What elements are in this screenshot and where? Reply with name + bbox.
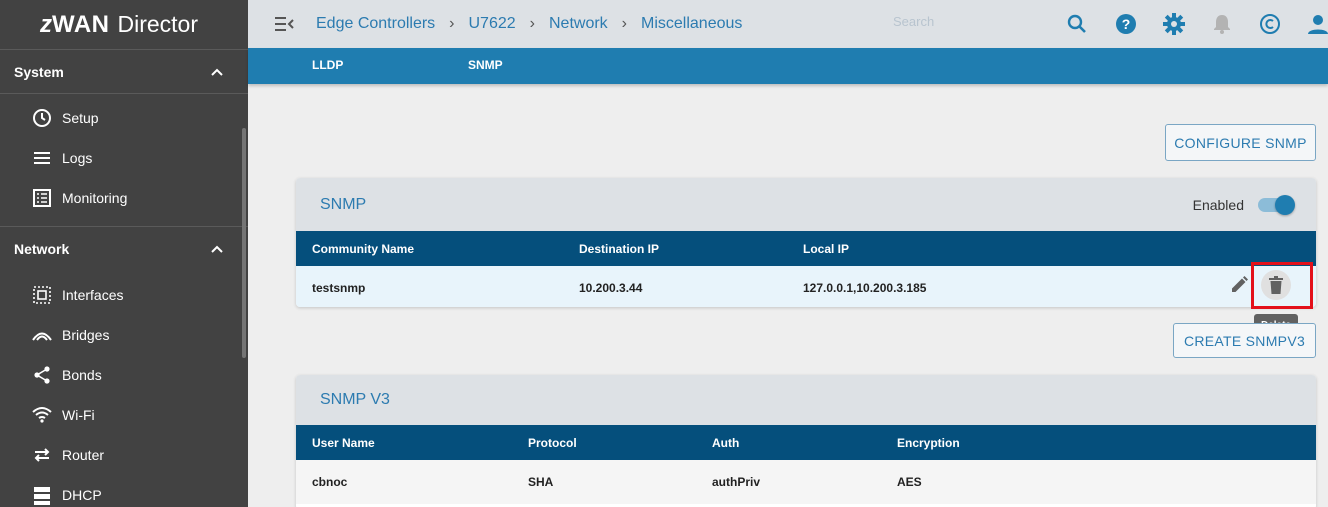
sidebar-item-label: Monitoring	[62, 190, 128, 206]
cell-local-ip: 127.0.0.1,10.200.3.185	[803, 281, 927, 295]
sidebar-section-network[interactable]: Network	[0, 227, 248, 271]
sidebar-item-bonds[interactable]: Bonds	[0, 355, 248, 395]
sidebar-section-title: System	[14, 63, 64, 80]
table-row[interactable]: testsnmp 10.200.3.44 127.0.0.1,10.200.3.…	[296, 266, 1316, 307]
column-header-encryption[interactable]: Encryption	[897, 436, 960, 450]
chevron-up-icon	[210, 242, 224, 256]
toggle-track[interactable]	[1258, 194, 1295, 215]
sidebar-item-router[interactable]: Router	[0, 435, 248, 475]
breadcrumb-miscellaneous: Miscellaneous	[641, 15, 743, 32]
sidebar-item-interfaces[interactable]: Interfaces	[0, 275, 248, 315]
help-icon[interactable]: ?	[1114, 12, 1138, 36]
configure-snmp-button[interactable]: CONFIGURE SNMP	[1165, 124, 1316, 161]
logo-director: Director	[117, 11, 199, 37]
notification-bell-icon[interactable]	[1210, 12, 1234, 36]
sidebar-item-logs[interactable]: Logs	[0, 138, 248, 178]
edit-icon[interactable]	[1228, 274, 1250, 296]
sidebar-item-dhcp[interactable]: DHCP	[0, 475, 248, 507]
account-icon[interactable]	[1306, 12, 1328, 36]
wifi-icon	[32, 405, 52, 425]
tab-snmp[interactable]: SNMP	[468, 58, 503, 72]
sidebar-item-label: Setup	[62, 110, 99, 126]
sidebar-item-label: Bridges	[62, 327, 110, 343]
chevron-up-icon	[210, 65, 224, 79]
snmp-card: SNMP Enabled Community Name Destination …	[296, 178, 1316, 307]
sidebar-item-label: Logs	[62, 150, 93, 166]
column-header-user-name[interactable]: User Name	[312, 436, 375, 450]
sidebar-item-setup[interactable]: Setup	[0, 98, 248, 138]
cell-user-name: cbnoc	[312, 475, 348, 489]
sidebar-item-label: Bonds	[62, 367, 102, 383]
sidebar-section-system[interactable]: System	[0, 50, 248, 94]
table-row[interactable]: cbnoc SHA authPriv AES	[296, 460, 1316, 504]
delete-highlight-box	[1251, 262, 1313, 309]
settings-icon[interactable]	[1162, 12, 1186, 36]
snmpv3-table-header: User Name Protocol Auth Encryption	[296, 425, 1316, 460]
top-bar: Edge Controllers › U7622 › Network › Mis…	[248, 0, 1328, 48]
search-icon[interactable]	[1065, 12, 1089, 36]
logo-wan: WAN	[52, 10, 110, 38]
svg-text:?: ?	[1122, 16, 1131, 32]
breadcrumb: Edge Controllers › U7622 › Network › Mis…	[316, 15, 742, 33]
menu-collapse-icon[interactable]	[274, 14, 294, 34]
monitoring-icon	[32, 188, 52, 208]
snmpv3-card-header: SNMP V3	[296, 375, 1316, 425]
chevron-right-icon: ›	[621, 15, 627, 32]
column-header-auth[interactable]: Auth	[712, 436, 739, 450]
sidebar: z WAN Director System Setup Logs Monitorin…	[0, 0, 248, 507]
column-header-community-name[interactable]: Community Name	[312, 242, 414, 256]
chevron-right-icon: ›	[449, 15, 455, 32]
share-icon	[32, 365, 52, 385]
snmp-card-title: SNMP	[320, 195, 367, 213]
snmpv3-card: SNMP V3 User Name Protocol Auth Encrypti…	[296, 375, 1316, 507]
sidebar-item-monitoring[interactable]: Monitoring	[0, 178, 248, 218]
sidebar-scrollbar[interactable]	[242, 128, 246, 358]
app-logo[interactable]: z WAN Director	[0, 0, 248, 50]
cell-encryption: AES	[897, 475, 922, 489]
column-header-protocol[interactable]: Protocol	[528, 436, 577, 450]
column-header-local-ip[interactable]: Local IP	[803, 242, 849, 256]
breadcrumb-network[interactable]: Network	[549, 15, 608, 33]
sidebar-item-wifi[interactable]: Wi-Fi	[0, 395, 248, 435]
snmpv3-card-title: SNMP V3	[320, 391, 390, 408]
snmp-enabled-toggle[interactable]: Enabled	[1192, 194, 1295, 215]
bridge-icon	[32, 325, 52, 345]
swap-icon	[32, 445, 52, 465]
column-header-destination-ip[interactable]: Destination IP	[579, 242, 659, 256]
sidebar-item-label: DHCP	[62, 487, 102, 503]
interfaces-icon	[32, 285, 52, 305]
snmp-card-header: SNMP Enabled	[296, 178, 1316, 231]
chevron-right-icon: ›	[529, 15, 535, 32]
sidebar-item-label: Router	[62, 447, 105, 463]
breadcrumb-device[interactable]: U7622	[469, 15, 516, 33]
copyright-icon[interactable]	[1258, 12, 1282, 36]
cell-destination-ip: 10.200.3.44	[579, 281, 643, 295]
tab-bar: LLDP SNMP	[248, 48, 1328, 84]
snmp-table-header: Community Name Destination IP Local IP	[296, 231, 1316, 266]
clock-icon	[32, 108, 52, 128]
toggle-thumb[interactable]	[1275, 194, 1295, 215]
server-icon	[32, 485, 52, 505]
enabled-label: Enabled	[1192, 196, 1244, 213]
cell-protocol: SHA	[528, 475, 554, 489]
create-snmpv3-button[interactable]: CREATE SNMPV3	[1173, 323, 1316, 358]
search-input[interactable]	[893, 14, 1033, 29]
cell-community-name: testsnmp	[312, 281, 366, 295]
sidebar-item-label: Wi-Fi	[62, 407, 95, 423]
sidebar-item-bridges[interactable]: Bridges	[0, 315, 248, 355]
cell-auth: authPriv	[712, 475, 761, 489]
logo-z: z	[40, 10, 52, 38]
sidebar-section-title: Network	[14, 241, 70, 257]
list-icon	[32, 148, 52, 168]
breadcrumb-edge-controllers[interactable]: Edge Controllers	[316, 15, 435, 33]
sidebar-item-label: Interfaces	[62, 287, 124, 303]
tab-lldp[interactable]: LLDP	[312, 58, 343, 72]
